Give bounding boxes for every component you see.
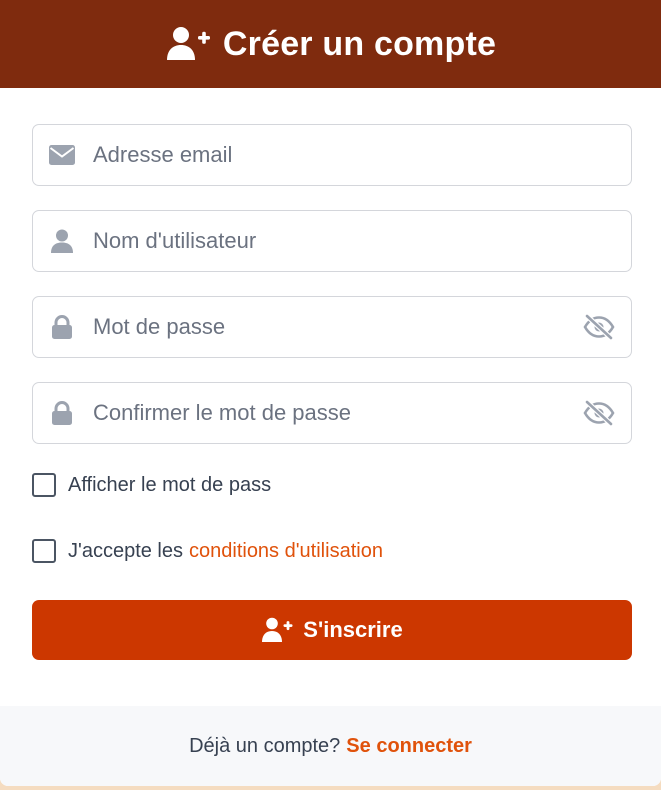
login-link[interactable]: Se connecter: [346, 735, 472, 758]
terms-link[interactable]: conditions d'utilisation: [189, 540, 383, 563]
username-input[interactable]: [33, 211, 631, 271]
show-password-row: Afficher le mot de pass: [32, 470, 632, 500]
show-password-checkbox[interactable]: [32, 473, 56, 497]
login-footer: Déjà un compte? Se connecter: [0, 706, 661, 786]
confirm-password-field: [32, 382, 632, 444]
lock-icon: [49, 314, 75, 340]
card-header: Créer un compte: [0, 0, 661, 88]
checkbox-group: Afficher le mot de pass J'accepte les co…: [32, 470, 632, 566]
eye-slash-icon[interactable]: [583, 313, 615, 341]
signup-button[interactable]: S'inscrire: [32, 600, 632, 660]
user-plus-icon: [166, 27, 210, 60]
user-plus-icon: [262, 617, 293, 642]
email-input[interactable]: [33, 125, 631, 185]
footer-text: Déjà un compte?: [189, 734, 341, 757]
confirm-password-input[interactable]: [33, 383, 631, 443]
username-field: [32, 210, 632, 272]
password-input[interactable]: [33, 297, 631, 357]
lock-icon: [49, 400, 75, 426]
show-password-label[interactable]: Afficher le mot de pass: [68, 474, 271, 497]
user-icon: [49, 228, 75, 254]
terms-checkbox[interactable]: [32, 539, 56, 563]
signup-form: Afficher le mot de pass J'accepte les co…: [0, 88, 661, 660]
page-title: Créer un compte: [222, 24, 497, 63]
envelope-icon: [49, 142, 75, 168]
terms-label: J'accepte les: [68, 539, 183, 562]
terms-row: J'accepte les conditions d'utilisation: [32, 536, 632, 566]
signup-button-label: S'inscrire: [303, 617, 403, 642]
password-field: [32, 296, 632, 358]
eye-slash-icon[interactable]: [583, 399, 615, 427]
signup-card: Créer un compte Adresse email Nom d'util…: [0, 0, 661, 786]
email-field: [32, 124, 632, 186]
